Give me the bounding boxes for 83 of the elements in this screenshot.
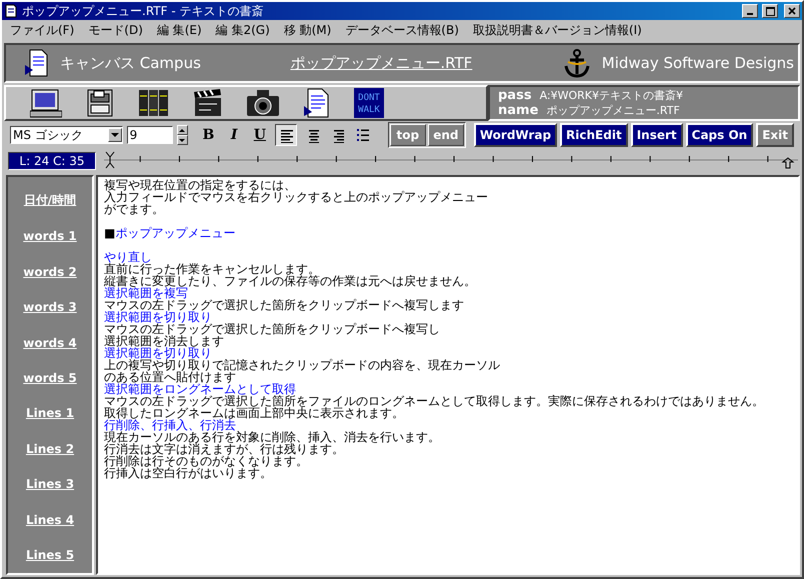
sidebar-link[interactable]: 日付/時間 <box>24 183 76 218</box>
mode-button[interactable]: RichEdit <box>560 123 628 147</box>
menu-entry-title: 行削除、行挿入、行消去 <box>104 419 236 431</box>
name-label: name <box>498 103 538 118</box>
menu-entry-title: 選択範囲を複写 <box>104 287 188 299</box>
text-line: マウスの左ドラッグで選択した箇所をクリップボードへ複写し <box>104 323 441 335</box>
menu-entry-title: 選択範囲をロングネームとして取得 <box>104 383 297 395</box>
books-icon <box>138 88 170 118</box>
close-button[interactable] <box>784 4 800 18</box>
underline-button[interactable]: U <box>248 124 271 146</box>
text-line: 現在カーソルのある行を対象に削除、挿入、消去を行います。 <box>104 431 441 443</box>
text-line: 選択範囲を消去します <box>104 335 224 347</box>
company-name: Midway Software Designs <box>602 54 794 72</box>
app-name: キャンバス Campus <box>60 54 201 72</box>
align-button[interactable] <box>274 124 297 146</box>
text-line: 上の複写や切り取りで記憶されたクリップボードの内容を、現在カーソル <box>104 359 501 371</box>
text-line: 縦書きに変更したり、ファイルの保存等の作業は元へは戻せません。 <box>104 275 477 287</box>
document-icon <box>24 49 50 77</box>
sidebar-link[interactable]: words 3 <box>23 289 77 325</box>
text-line: 行削除は行そのものがなくなります。 <box>104 455 309 467</box>
menu-entry-title: 選択範囲を切り取り <box>104 311 212 323</box>
camera-icon <box>246 88 280 118</box>
text-line: 複写や現在位置の指定をするには、 <box>104 179 297 191</box>
dont-walk-sign-icon: DONT WALK <box>354 88 384 118</box>
text-editor[interactable] <box>96 175 800 575</box>
sidebar-link[interactable]: words 4 <box>23 324 77 360</box>
menu-item[interactable]: 移 動(M) <box>284 22 332 38</box>
menu-item[interactable]: データベース情報(B) <box>345 22 459 38</box>
document-name-link[interactable]: ポップアップメニュー.RTF <box>290 54 472 72</box>
bold-button[interactable]: B <box>198 124 220 146</box>
anchor-logo-icon <box>562 48 592 78</box>
nav-button[interactable]: end <box>428 124 464 146</box>
font-size-field[interactable]: 9 <box>126 126 173 144</box>
sidebar-link[interactable]: Lines 2 <box>26 431 74 467</box>
heading-line: ■ポップアップメニュー <box>104 227 236 239</box>
sidebar-link[interactable]: words 5 <box>23 360 77 396</box>
text-line: がでます。 <box>104 203 165 215</box>
maximize-button[interactable] <box>762 4 778 18</box>
close-icon <box>788 7 796 15</box>
text-line: マウスの左ドラッグで選択した箇所をファイルのロングネームとして取得します。実際に保存されるわけではありません。 <box>104 395 765 407</box>
cursor-position: L: 24 C: 35 <box>8 152 96 170</box>
text-line: のある位置へ貼付けます <box>104 371 236 383</box>
menu-item[interactable]: 編 集(E) <box>156 22 202 38</box>
maximize-icon <box>766 6 774 16</box>
text-line: 行消去は文字は消えますが、行は残ります。 <box>104 443 344 455</box>
text-line: 入力フィールドでマウスを右クリックすると上のポップアップメニュー <box>104 191 489 203</box>
sidebar-link[interactable]: Lines 5 <box>26 538 74 573</box>
document-icon <box>4 4 18 18</box>
path-text: A:¥WORK¥テキストの書斎¥ <box>540 88 683 103</box>
menu-item[interactable]: モード(D) <box>88 22 143 38</box>
text-line: 取得したロングネームは画面上部中央に表示されます。 <box>104 407 404 419</box>
bullet-list-icon <box>354 127 371 143</box>
sidebar-link[interactable]: Lines 3 <box>26 466 74 502</box>
text-line: マウスの左ドラッグで選択した箇所をクリップボードへ複写します <box>104 299 465 311</box>
dropdown-arrow-icon <box>110 132 119 138</box>
menu-item[interactable]: 取扱説明書＆バージョン情報(I) <box>472 22 642 38</box>
mode-button[interactable]: Caps On <box>686 123 754 147</box>
sidebar-link[interactable]: words 1 <box>23 218 77 254</box>
mode-button[interactable]: Insert <box>630 123 683 147</box>
menu-item[interactable]: ファイル(F) <box>10 22 74 38</box>
mode-button[interactable]: WordWrap <box>474 123 558 147</box>
menu-entry-title: 選択範囲を切り取り <box>104 347 212 359</box>
menu-entry-title: やり直し <box>104 251 153 263</box>
up-arrow-icon <box>179 128 186 132</box>
window-title: ポップアップメニュー.RTF - テキストの書斎 <box>22 2 264 20</box>
spin-up-button[interactable] <box>176 125 188 135</box>
file-name-text: ポップアップメニュー.RTF <box>546 103 680 118</box>
text-line: 行挿入は空白行がはいります。 <box>104 467 273 479</box>
sidebar-link[interactable]: words 2 <box>23 254 77 290</box>
minimize-button[interactable] <box>742 4 758 18</box>
nav-button[interactable]: top <box>390 124 426 146</box>
exit-button[interactable]: Exit <box>756 123 794 147</box>
down-arrow-icon <box>179 138 186 142</box>
menu-item[interactable]: 編 集2(G) <box>216 22 270 38</box>
font-dropdown[interactable]: MS ゴシック <box>10 126 123 144</box>
spin-down-button[interactable] <box>176 135 188 145</box>
computer-icon <box>30 88 62 118</box>
italic-button[interactable]: I <box>223 124 245 146</box>
text-line: 直前に行った作業をキャンセルします。 <box>104 263 321 275</box>
clapperboard-icon <box>192 88 224 118</box>
pass-label: pass <box>498 88 532 103</box>
sidebar-link[interactable]: Lines 4 <box>26 502 74 538</box>
sidebar-link[interactable]: Lines 1 <box>26 396 74 432</box>
